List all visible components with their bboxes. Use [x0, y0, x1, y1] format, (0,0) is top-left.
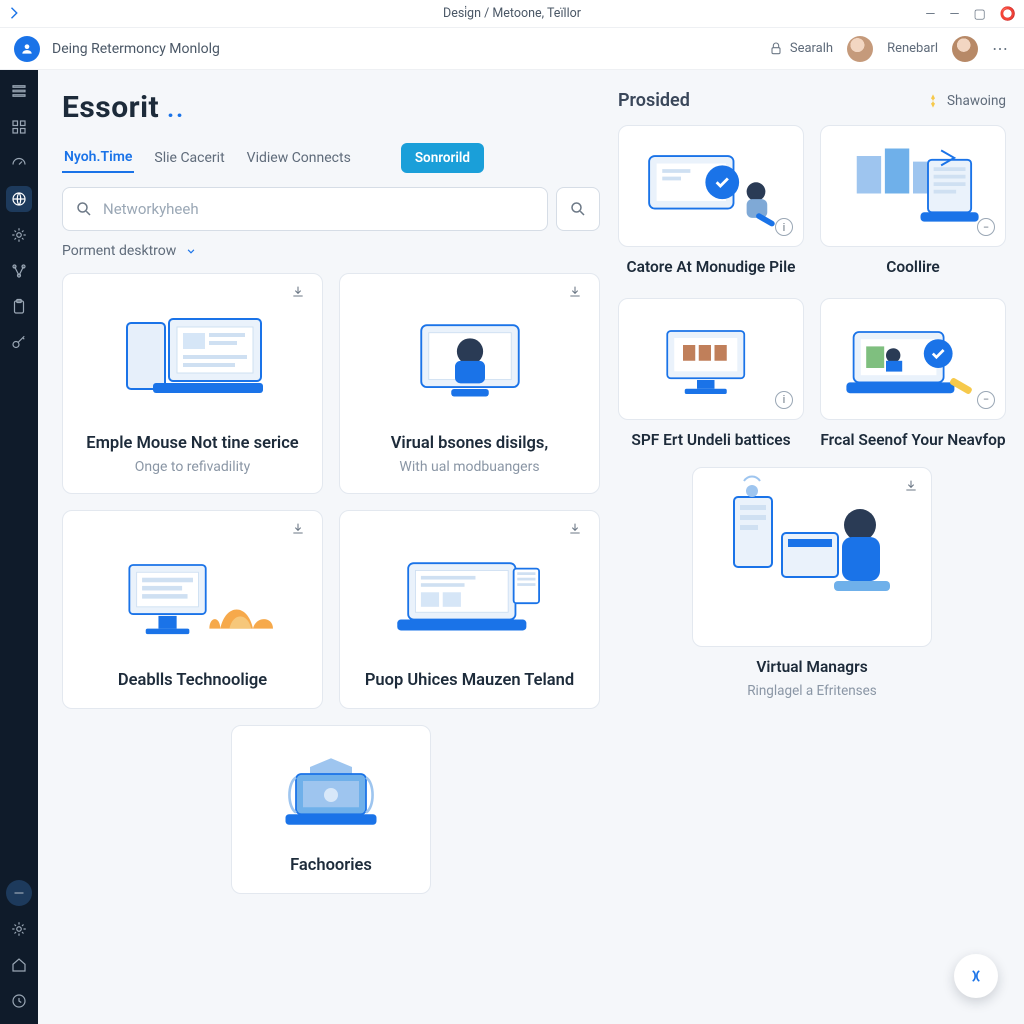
window-restore[interactable]: —	[949, 7, 959, 22]
info-icon[interactable]: i	[775, 391, 793, 409]
window-minimize[interactable]: —	[925, 7, 935, 22]
rcard-title: Virtual Managrs	[692, 657, 932, 678]
download-icon[interactable]	[567, 521, 587, 541]
rail-collapse[interactable]	[6, 880, 32, 906]
app-header: Deing Retermoncy Monlolg Searalh Renebar…	[0, 28, 1024, 70]
header-search-label: Searalh	[790, 41, 833, 56]
rcard-virtual-managers[interactable]	[692, 467, 932, 647]
header-user-label: Renebarl	[887, 41, 938, 56]
nav-rail	[0, 70, 38, 1024]
app-handle-icon	[8, 6, 22, 20]
card-title: Virual bsones disilgs,	[356, 434, 583, 453]
card-title: Fachoories	[248, 856, 414, 875]
rail-dashboard[interactable]	[6, 150, 32, 176]
search-icon	[569, 200, 587, 218]
rail-clipboard[interactable]	[6, 294, 32, 320]
card-fachoories[interactable]: Fachoories	[231, 725, 431, 894]
lock-icon	[768, 41, 784, 57]
card-puop-uhices[interactable]: Puop Uhices Mauzen Teland	[339, 510, 600, 709]
avatar-2[interactable]	[952, 36, 978, 62]
rcard-sub: Ringlagel a Efritenses	[692, 682, 932, 700]
card-illustration	[79, 525, 306, 665]
card-deablls-tech[interactable]: Deablls Technoolige	[62, 510, 323, 709]
tab-pill[interactable]: Sonrorild	[401, 143, 484, 173]
share-label: Shawoing	[947, 93, 1006, 109]
card-illustration	[79, 288, 306, 428]
rcard-spf-ert[interactable]: i	[618, 298, 804, 420]
rcard-catore[interactable]: i	[618, 125, 804, 247]
search-box[interactable]	[62, 187, 548, 231]
rcard-title: SPF Ert Undeli battices	[618, 430, 804, 451]
rail-settings[interactable]	[6, 916, 32, 942]
sparkle-icon	[966, 966, 986, 986]
tab-0[interactable]: Nyoh.Time	[62, 143, 134, 173]
tabs: Nyoh.Time Slie Cacerit Vidiew Connects S…	[62, 143, 600, 173]
download-icon[interactable]	[290, 521, 310, 541]
tab-1[interactable]: Slie Cacerit	[152, 144, 226, 172]
avatar-1[interactable]	[847, 36, 873, 62]
rcard-illustration	[693, 468, 931, 628]
person-icon	[20, 42, 34, 56]
window-titlebar: Desi̇gn / Metoone, Teïllor — — ▢ ⭕	[0, 0, 1024, 28]
card-illustration	[356, 525, 583, 665]
rcard-frcal-seenof[interactable]: −	[820, 298, 1006, 420]
more-menu[interactable]: ⋯	[992, 39, 1010, 58]
search-icon	[75, 200, 93, 218]
card-sub: With ual modbuangers	[356, 459, 583, 475]
window-title: Desi̇gn / Metoone, Teïllor	[443, 6, 581, 21]
window-maximize[interactable]: ▢	[974, 7, 986, 22]
page-title: Essorit ..	[62, 90, 600, 125]
pin-icon	[925, 93, 941, 109]
rcard-coollire[interactable]: −	[820, 125, 1006, 247]
search-button[interactable]	[556, 187, 600, 231]
share-link[interactable]: Shawoing	[925, 93, 1006, 109]
rail-globe[interactable]	[6, 186, 32, 212]
download-icon[interactable]	[567, 284, 587, 304]
rail-gear[interactable]	[6, 222, 32, 248]
rcard-title: Frcal Seenof Your Neavfop	[820, 430, 1006, 451]
card-illustration	[356, 288, 583, 428]
chevron-down-icon	[184, 244, 198, 258]
fab-help[interactable]	[954, 954, 998, 998]
card-title: Deablls Technoolige	[79, 671, 306, 690]
rail-home[interactable]	[6, 952, 32, 978]
card-virtual-bsones[interactable]: Virual bsones disilgs, With ual modbuang…	[339, 273, 600, 494]
rail-grid[interactable]	[6, 114, 32, 140]
download-icon[interactable]	[903, 478, 919, 498]
info-icon[interactable]: i	[775, 218, 793, 236]
download-icon[interactable]	[290, 284, 310, 304]
card-emple-mouse[interactable]: Emple Mouse Not tine serice Onge to refi…	[62, 273, 323, 494]
window-close[interactable]: ⭕	[1000, 7, 1016, 22]
rcard-title: Coollire	[820, 257, 1006, 278]
info-icon[interactable]: −	[977, 391, 995, 409]
header-search[interactable]: Searalh	[768, 41, 833, 57]
rail-key[interactable]	[6, 330, 32, 356]
card-title: Emple Mouse Not tine serice	[79, 434, 306, 453]
right-heading: Prosided	[618, 90, 690, 111]
tab-2[interactable]: Vidiew Connects	[245, 144, 353, 172]
card-title: Puop Uhices Mauzen Teland	[356, 671, 583, 690]
brand-badge	[14, 36, 40, 62]
rail-clock[interactable]	[6, 988, 32, 1014]
page-title-text: Essorit	[62, 90, 159, 125]
filter-label: Porment desktrow	[62, 243, 176, 259]
rail-menu[interactable]	[6, 78, 32, 104]
filter-dropdown[interactable]: Porment desktrow	[62, 243, 600, 259]
rail-nodes[interactable]	[6, 258, 32, 284]
rcard-title: Catore At Monudige Pile	[618, 257, 804, 278]
info-icon[interactable]: −	[977, 218, 995, 236]
brand-text: Deing Retermoncy Monlolg	[52, 41, 220, 57]
card-illustration	[248, 740, 414, 850]
card-sub: Onge to refivadility	[79, 459, 306, 475]
search-input[interactable]	[103, 200, 535, 218]
